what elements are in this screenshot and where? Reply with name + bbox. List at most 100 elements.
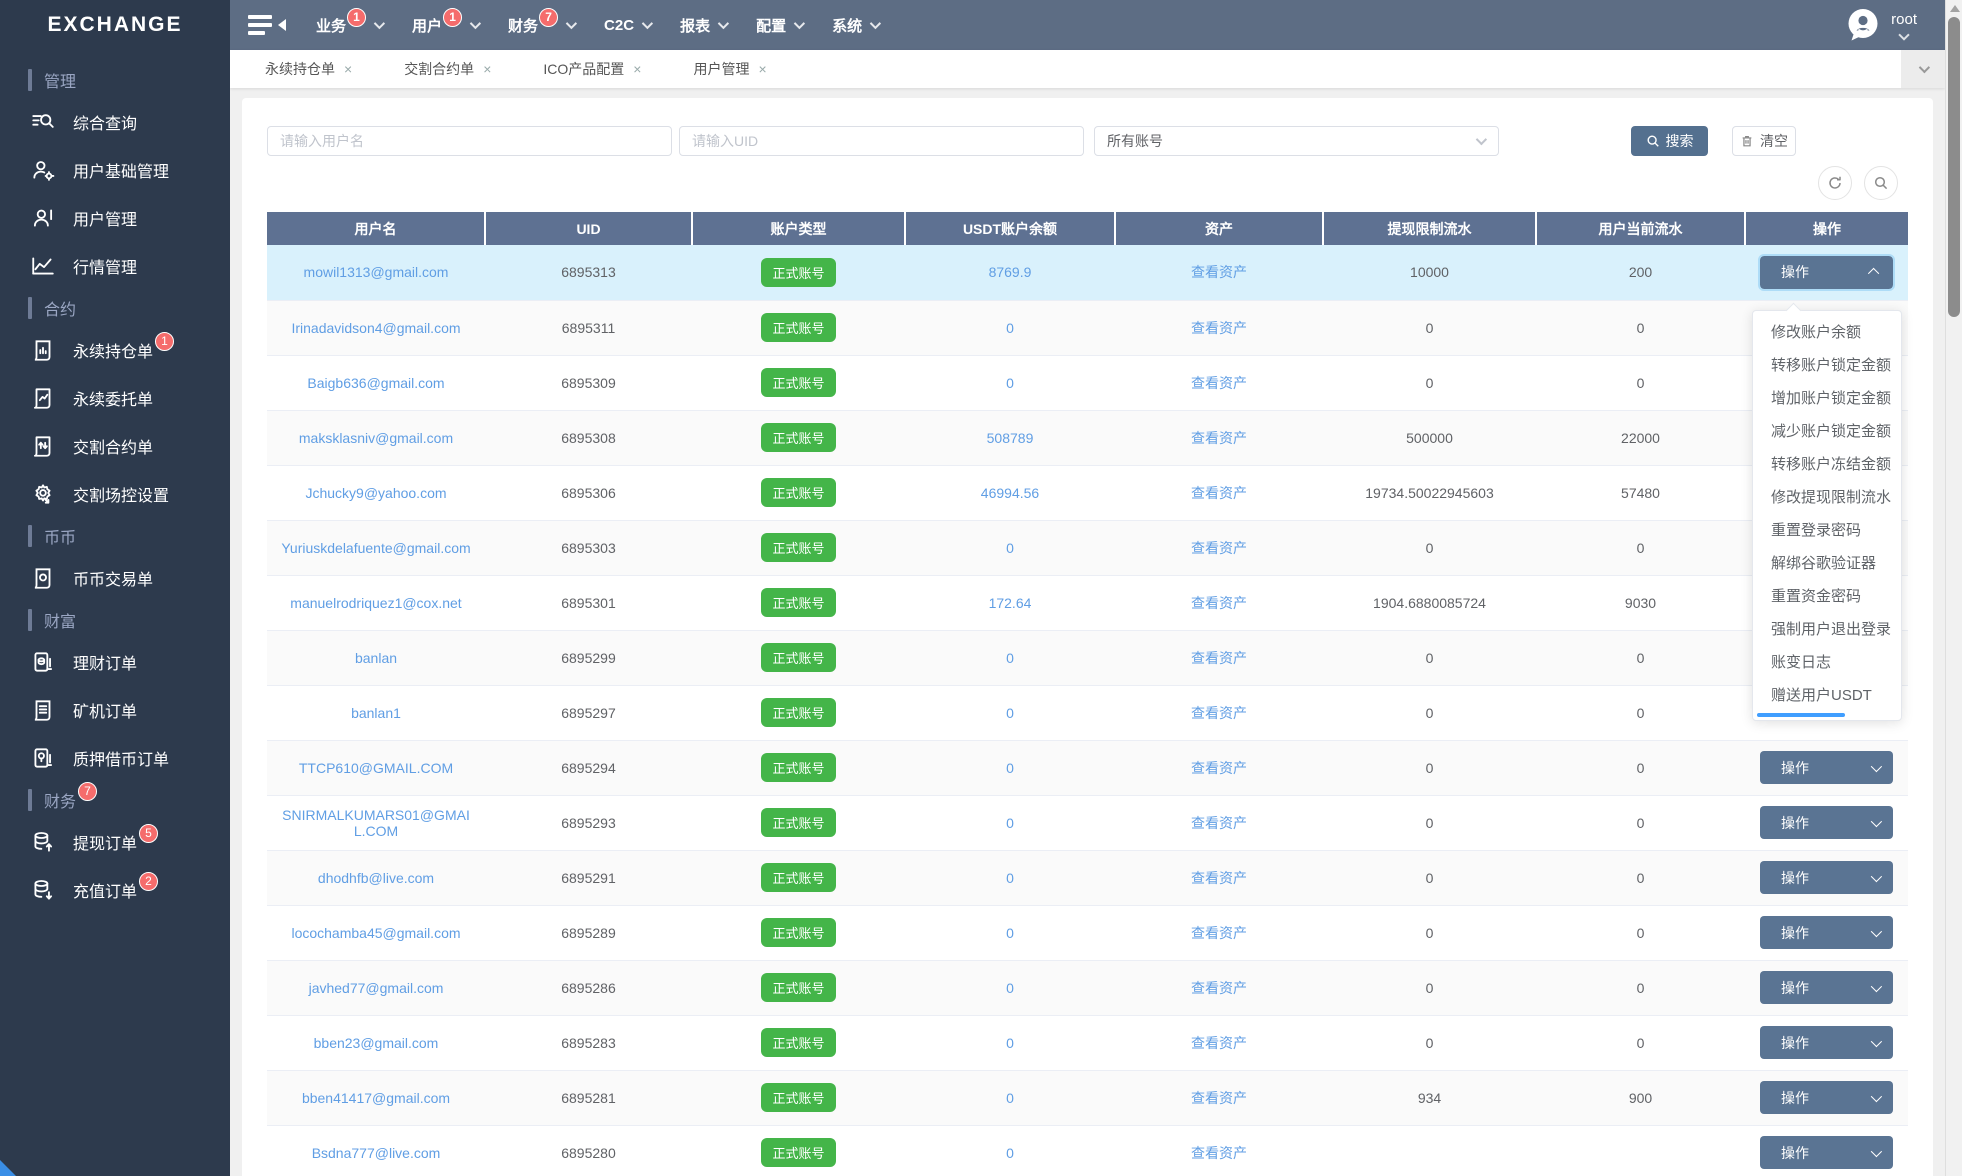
username-link[interactable]: bben23@gmail.com — [314, 1035, 439, 1051]
navbar-item[interactable]: 用户 1 — [412, 0, 482, 50]
balance-link[interactable]: 0 — [1006, 1035, 1014, 1051]
action-button[interactable]: 操作 — [1760, 1081, 1893, 1114]
view-assets-link[interactable]: 查看资产 — [1191, 1035, 1247, 1051]
username-link[interactable]: Jchucky9@yahoo.com — [305, 485, 446, 501]
view-assets-link[interactable]: 查看资产 — [1191, 1145, 1247, 1161]
action-button[interactable]: 操作 — [1760, 916, 1893, 949]
balance-link[interactable]: 0 — [1006, 870, 1014, 886]
close-icon[interactable]: × — [633, 61, 641, 77]
view-assets-link[interactable]: 查看资产 — [1191, 1090, 1247, 1106]
navbar-item[interactable]: 业务 1 — [316, 0, 386, 50]
dropdown-scrollbar-thumb[interactable] — [1757, 713, 1845, 717]
sidebar-item-users-gear[interactable]: 用户基础管理 — [0, 146, 230, 194]
sidebar-item-doc-arrows[interactable]: 交割合约单 — [0, 422, 230, 470]
action-button[interactable]: 操作 — [1760, 861, 1893, 894]
action-menu-item[interactable]: 重置登录密码 — [1753, 514, 1901, 547]
account-type-select[interactable]: 所有账号 — [1094, 126, 1499, 156]
username-link[interactable]: Baigb636@gmail.com — [307, 375, 444, 391]
view-assets-link[interactable]: 查看资产 — [1191, 760, 1247, 776]
navbar-item[interactable]: 配置 — [756, 0, 806, 50]
search-button[interactable]: 搜索 — [1631, 126, 1708, 156]
balance-link[interactable]: 0 — [1006, 1090, 1014, 1106]
action-menu-item[interactable]: 减少账户锁定金额 — [1753, 415, 1901, 448]
balance-link[interactable]: 508789 — [987, 430, 1034, 446]
username-link[interactable]: javhed77@gmail.com — [309, 980, 444, 996]
action-menu-item[interactable]: 增加账户锁定金额 — [1753, 382, 1901, 415]
view-assets-link[interactable]: 查看资产 — [1191, 375, 1247, 391]
action-menu-item[interactable]: 赠送用户USDT — [1753, 679, 1901, 712]
username-link[interactable]: banlan — [355, 650, 397, 666]
sidebar-item-doc-chart[interactable]: 永续持仓单 1 — [0, 326, 230, 374]
sidebar-item-chart-line[interactable]: 行情管理 — [0, 242, 230, 290]
view-assets-link[interactable]: 查看资产 — [1191, 595, 1247, 611]
username-link[interactable]: Yuriuskdelafuente@gmail.com — [281, 540, 470, 556]
action-menu-item[interactable]: 转移账户锁定金额 — [1753, 349, 1901, 382]
username-link[interactable]: Bsdna777@live.com — [312, 1145, 441, 1161]
balance-link[interactable]: 0 — [1006, 540, 1014, 556]
username-link[interactable]: mowil1313@gmail.com — [304, 264, 449, 280]
sidebar-item-gear-arrow[interactable]: 交割场控设置 — [0, 470, 230, 518]
sidebar-item-user[interactable]: 用户管理 — [0, 194, 230, 242]
close-icon[interactable]: × — [758, 61, 766, 77]
refresh-button[interactable] — [1818, 166, 1852, 200]
balance-link[interactable]: 0 — [1006, 760, 1014, 776]
action-button[interactable]: 操作 — [1760, 971, 1893, 1004]
username-link[interactable]: SNIRMALKUMARS01@GMAIL.COM — [282, 807, 470, 839]
clear-button[interactable]: 清空 — [1732, 126, 1796, 156]
balance-link[interactable]: 0 — [1006, 320, 1014, 336]
action-menu-item[interactable]: 账变日志 — [1753, 646, 1901, 679]
action-menu-item[interactable]: 修改提现限制流水 — [1753, 481, 1901, 514]
view-assets-link[interactable]: 查看资产 — [1191, 870, 1247, 886]
navbar-item[interactable]: 财务 7 — [508, 0, 578, 50]
column-search-button[interactable] — [1864, 166, 1898, 200]
sidebar-item-doc-lock[interactable]: 质押借币订单 — [0, 734, 230, 782]
balance-link[interactable]: 0 — [1006, 925, 1014, 941]
action-menu-item[interactable]: 转移账户冻结金额 — [1753, 448, 1901, 481]
user-area[interactable]: root — [1845, 7, 1917, 43]
balance-link[interactable]: 0 — [1006, 980, 1014, 996]
action-menu-item[interactable]: 重置资金密码 — [1753, 580, 1901, 613]
username-search-input[interactable] — [267, 126, 672, 156]
username-link[interactable]: maksklasniv@gmail.com — [299, 430, 453, 446]
username-link[interactable]: dhodhfb@live.com — [318, 870, 434, 886]
navbar-item[interactable]: 系统 — [832, 0, 882, 50]
balance-link[interactable]: 8769.9 — [989, 264, 1032, 280]
view-assets-link[interactable]: 查看资产 — [1191, 320, 1247, 336]
view-assets-link[interactable]: 查看资产 — [1191, 980, 1247, 996]
view-assets-link[interactable]: 查看资产 — [1191, 264, 1247, 280]
action-button[interactable]: 操作 — [1760, 1136, 1893, 1169]
action-button[interactable]: 操作 — [1758, 253, 1895, 291]
sidebar-item-db-down[interactable]: 充值订单 2 — [0, 866, 230, 914]
view-assets-link[interactable]: 查看资产 — [1191, 815, 1247, 831]
balance-link[interactable]: 0 — [1006, 815, 1014, 831]
sidebar-collapse-button[interactable] — [248, 15, 288, 35]
view-assets-link[interactable]: 查看资产 — [1191, 650, 1247, 666]
action-button[interactable]: 操作 — [1760, 1026, 1893, 1059]
view-assets-link[interactable]: 查看资产 — [1191, 705, 1247, 721]
action-menu-item[interactable]: 修改账户余额 — [1753, 316, 1901, 349]
tab-item[interactable]: ICO产品配置 × — [543, 59, 641, 79]
navbar-item[interactable]: C2C — [604, 0, 654, 50]
balance-link[interactable]: 46994.56 — [981, 485, 1039, 501]
sidebar-item-doc-money[interactable]: 理财订单 — [0, 638, 230, 686]
balance-link[interactable]: 0 — [1006, 705, 1014, 721]
balance-link[interactable]: 0 — [1006, 375, 1014, 391]
username-link[interactable]: bben41417@gmail.com — [302, 1090, 450, 1106]
scrollbar-thumb[interactable] — [1948, 17, 1960, 317]
view-assets-link[interactable]: 查看资产 — [1191, 540, 1247, 556]
balance-link[interactable]: 0 — [1006, 1145, 1014, 1161]
sidebar-item-doc-lines[interactable]: 矿机订单 — [0, 686, 230, 734]
sidebar-item-db-up[interactable]: 提现订单 5 — [0, 818, 230, 866]
username-link[interactable]: locochamba45@gmail.com — [291, 925, 460, 941]
username-link[interactable]: manuelrodriquez1@cox.net — [290, 595, 461, 611]
tab-item[interactable]: 交割合约单 × — [404, 59, 491, 79]
balance-link[interactable]: 0 — [1006, 650, 1014, 666]
username-link[interactable]: Irinadavidson4@gmail.com — [291, 320, 460, 336]
tab-overflow-button[interactable] — [1901, 50, 1945, 88]
balance-link[interactable]: 172.64 — [989, 595, 1032, 611]
view-assets-link[interactable]: 查看资产 — [1191, 925, 1247, 941]
view-assets-link[interactable]: 查看资产 — [1191, 430, 1247, 446]
navbar-item[interactable]: 报表 — [680, 0, 730, 50]
sidebar-item-doc-trend[interactable]: 永续委托单 — [0, 374, 230, 422]
scrollbar-up-arrow[interactable] — [1950, 5, 1960, 12]
